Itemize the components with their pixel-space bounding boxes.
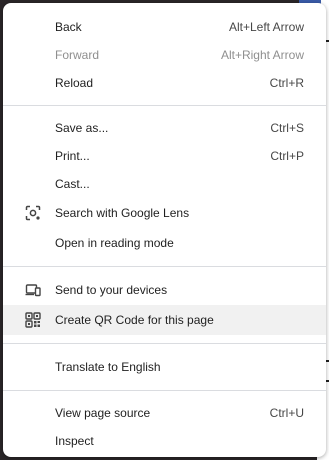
menu-item-save-as[interactable]: Save as... Ctrl+S bbox=[3, 114, 326, 142]
menu-item-label: View page source bbox=[55, 406, 151, 420]
menu-item-shortcut: Ctrl+R bbox=[269, 76, 304, 90]
menu-item-forward[interactable]: Forward Alt+Right Arrow bbox=[3, 41, 326, 69]
menu-separator bbox=[3, 105, 326, 106]
menu-separator bbox=[3, 266, 326, 267]
menu-item-shortcut: Ctrl+S bbox=[270, 121, 304, 135]
context-menu: Back Alt+Left Arrow Forward Alt+Right Ar… bbox=[3, 3, 326, 457]
menu-item-reading-mode[interactable]: Open in reading mode bbox=[3, 228, 326, 258]
menu-item-shortcut: Alt+Right Arrow bbox=[220, 48, 304, 62]
menu-item-label: Open in reading mode bbox=[55, 236, 174, 250]
menu-item-shortcut: Ctrl+U bbox=[269, 406, 304, 420]
menu-separator bbox=[3, 390, 326, 391]
menu-item-shortcut: Alt+Left Arrow bbox=[228, 20, 304, 34]
menu-item-send-to-devices[interactable]: Send to your devices bbox=[3, 275, 326, 305]
menu-item-shortcut: Ctrl+P bbox=[270, 149, 304, 163]
menu-item-back[interactable]: Back Alt+Left Arrow bbox=[3, 13, 326, 41]
menu-item-print[interactable]: Print... Ctrl+P bbox=[3, 142, 326, 170]
send-to-devices-icon bbox=[25, 282, 41, 298]
menu-separator bbox=[3, 343, 326, 344]
menu-item-label: Save as... bbox=[55, 121, 109, 135]
menu-item-view-source[interactable]: View page source Ctrl+U bbox=[3, 399, 326, 427]
qr-code-icon bbox=[25, 312, 41, 328]
menu-item-label: Search with Google Lens bbox=[55, 206, 190, 220]
menu-item-create-qr-code[interactable]: Create QR Code for this page bbox=[3, 305, 326, 335]
menu-item-google-lens[interactable]: Search with Google Lens bbox=[3, 198, 326, 228]
menu-item-label: Create QR Code for this page bbox=[55, 313, 214, 327]
menu-item-translate[interactable]: Translate to English bbox=[3, 352, 326, 382]
menu-item-label: Back bbox=[55, 20, 82, 34]
google-lens-icon bbox=[25, 205, 41, 221]
menu-item-reload[interactable]: Reload Ctrl+R bbox=[3, 69, 326, 97]
menu-item-label: Reload bbox=[55, 76, 94, 90]
menu-item-label: Translate to English bbox=[55, 360, 161, 374]
menu-item-cast[interactable]: Cast... bbox=[3, 170, 326, 198]
menu-item-label: Send to your devices bbox=[55, 283, 168, 297]
menu-item-label: Forward bbox=[55, 48, 100, 62]
menu-item-inspect[interactable]: Inspect bbox=[3, 427, 326, 455]
menu-item-label: Inspect bbox=[55, 434, 94, 448]
menu-item-label: Print... bbox=[55, 149, 90, 163]
menu-item-label: Cast... bbox=[55, 177, 90, 191]
